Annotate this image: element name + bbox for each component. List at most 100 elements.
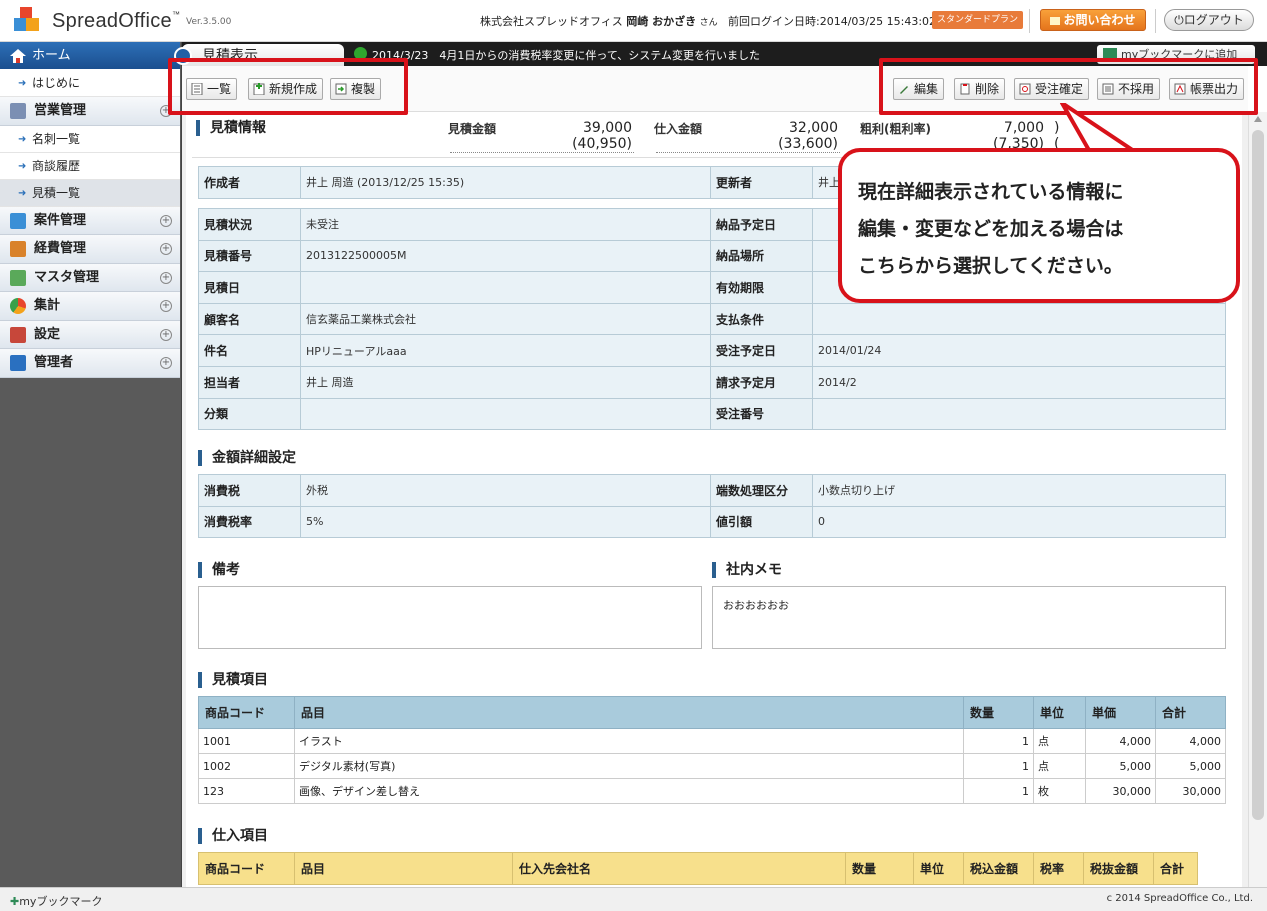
expand-icon[interactable]: + bbox=[160, 243, 172, 255]
detail-key: 支払条件 bbox=[710, 302, 813, 336]
footer-bookmark-link[interactable]: ✚myブックマーク bbox=[10, 893, 102, 909]
edit-button[interactable]: 編集 bbox=[893, 78, 945, 100]
col-header: 商品コード bbox=[198, 696, 295, 729]
detail-value: 2013122500005M bbox=[300, 239, 711, 273]
detail-key: 見積状況 bbox=[198, 208, 301, 241]
delete-button[interactable]: 削除 bbox=[954, 78, 1006, 100]
page-tab: 見積表示 bbox=[174, 44, 344, 68]
amount-value: 0 bbox=[812, 505, 1226, 539]
master-icon bbox=[10, 269, 26, 286]
bookmark-add-button[interactable]: myブックマークに追加 bbox=[1097, 45, 1255, 64]
logout-button[interactable]: ⏻ログアウト bbox=[1164, 9, 1254, 31]
expand-icon[interactable]: + bbox=[160, 105, 172, 117]
detail-value bbox=[812, 302, 1226, 336]
copy-button[interactable]: 複製 bbox=[330, 78, 382, 100]
new-button[interactable]: 新規作成 bbox=[248, 78, 324, 100]
reject-icon bbox=[1102, 83, 1114, 95]
col-header: 数量 bbox=[845, 852, 914, 885]
footer: ✚myブックマーク c 2014 SpreadOffice Co., Ltd. bbox=[0, 887, 1267, 911]
scroll-thumb[interactable] bbox=[1252, 130, 1264, 820]
bookmark-icon: ✚ bbox=[10, 895, 20, 908]
vertical-scrollbar[interactable] bbox=[1248, 112, 1267, 887]
confirm-order-button[interactable]: 受注確定 bbox=[1014, 78, 1090, 100]
section-title-items: 見積項目 bbox=[198, 672, 268, 688]
brand-name: SpreadOffice™ bbox=[52, 10, 181, 32]
callout-line: こちらから選択してください。 bbox=[858, 255, 1123, 277]
sidebar-section-expenses[interactable]: 経費管理 + bbox=[0, 235, 180, 264]
item-name: デジタル素材(写真) bbox=[294, 753, 964, 779]
sidebar-item-estimates[interactable]: ➜ 見積一覧 bbox=[0, 179, 180, 207]
sidebar-item-meetings[interactable]: ➜ 商談履歴 bbox=[0, 152, 180, 180]
arrow-right-icon: ➜ bbox=[18, 133, 27, 145]
bookmark-icon bbox=[1103, 48, 1117, 60]
list-button[interactable]: 一覧 bbox=[186, 78, 238, 100]
item-total: 5,000 bbox=[1155, 753, 1226, 779]
sidebar-section-projects[interactable]: 案件管理 + bbox=[0, 206, 180, 235]
item-price: 30,000 bbox=[1085, 778, 1156, 804]
scroll-up-icon[interactable] bbox=[1254, 116, 1262, 122]
new-icon bbox=[253, 83, 265, 95]
sidebar-section-settings[interactable]: 設定 + bbox=[0, 320, 180, 349]
table-row: 123 画像、デザイン差し替え 1 枚 30,000 30,000 bbox=[198, 778, 1226, 804]
internal-memo-box[interactable]: おおおおおお bbox=[712, 586, 1226, 649]
arrow-right-icon: ➜ bbox=[18, 160, 27, 172]
home-icon bbox=[10, 49, 26, 63]
plan-badge: スタンダードプラン bbox=[932, 11, 1024, 29]
settings-icon bbox=[10, 326, 26, 343]
admin-icon bbox=[10, 355, 26, 371]
table-row: 顧客名 信玄薬品工業株式会社 支払条件 bbox=[198, 302, 1226, 336]
item-code: 1001 bbox=[198, 728, 295, 754]
creator-value: 井上 周造 (2013/12/25 15:35) bbox=[300, 166, 711, 199]
expand-icon[interactable]: + bbox=[160, 214, 172, 227]
table-row: 1001 イラスト 1 点 4,000 4,000 bbox=[198, 728, 1226, 754]
detail-key: 請求予定月 bbox=[710, 365, 813, 399]
pdf-icon bbox=[1174, 83, 1186, 95]
sidebar-nav: ホーム ➜ はじめに 営業管理 + ➜ 名刺一覧 ➜ 商談履歴 ➜ 見積一覧 案件管理 + … bbox=[0, 42, 180, 378]
purchase-amount-value: 32,000 (33,600) bbox=[778, 120, 838, 152]
summary-divider bbox=[450, 152, 634, 153]
contact-button[interactable]: お問い合わせ bbox=[1040, 9, 1146, 31]
sidebar-item-cards[interactable]: ➜ 名刺一覧 bbox=[0, 125, 180, 153]
purchases-table: 商品コード 品目 仕入先会社名 数量 単位 税込金額 税率 税抜金額 合計 bbox=[198, 852, 1198, 885]
detail-key: 納品予定日 bbox=[710, 208, 813, 241]
sidebar: ホーム ➜ はじめに 営業管理 + ➜ 名刺一覧 ➜ 商談履歴 ➜ 見積一覧 案件管理 + … bbox=[0, 42, 182, 887]
item-name: 画像、デザイン差し替え bbox=[294, 778, 964, 804]
sidebar-section-master[interactable]: マスタ管理 + bbox=[0, 263, 180, 292]
summary-divider bbox=[656, 152, 840, 153]
logo-icon bbox=[14, 7, 40, 33]
amount-value: 5% bbox=[300, 505, 711, 539]
detail-key: 受注予定日 bbox=[710, 334, 813, 367]
detail-key: 納品場所 bbox=[710, 239, 813, 273]
sidebar-item-intro[interactable]: ➜ はじめに bbox=[0, 70, 180, 97]
confirm-icon bbox=[1019, 83, 1031, 95]
amount-table: 消費税 外税 端数処理区分 小数点切り上げ 消費税率 5% 値引額 0 bbox=[198, 474, 1226, 539]
section-title-estimate-info: 見積情報 bbox=[196, 120, 266, 136]
print-button[interactable]: 帳票出力 bbox=[1169, 78, 1245, 100]
detail-value: 2014/2 bbox=[812, 365, 1226, 399]
tab-circle-icon bbox=[174, 47, 192, 65]
purchase-amount-label: 仕入金額 bbox=[654, 122, 703, 136]
expand-icon[interactable]: + bbox=[160, 271, 172, 284]
expand-icon[interactable]: + bbox=[160, 328, 172, 341]
expense-icon bbox=[10, 241, 26, 257]
expand-icon[interactable]: + bbox=[160, 357, 172, 369]
header-divider bbox=[1029, 9, 1030, 33]
sidebar-section-reports[interactable]: 集計 + bbox=[0, 292, 180, 321]
chart-icon bbox=[10, 298, 26, 314]
remarks-box[interactable] bbox=[198, 586, 702, 649]
reject-button[interactable]: 不採用 bbox=[1097, 78, 1161, 100]
sidebar-item-home[interactable]: ホーム bbox=[0, 42, 180, 70]
item-code: 1002 bbox=[198, 753, 295, 779]
expand-icon[interactable]: + bbox=[160, 300, 172, 312]
col-header: 品目 bbox=[294, 696, 964, 729]
amount-key: 消費税率 bbox=[198, 505, 301, 539]
col-header: 合計 bbox=[1155, 696, 1226, 729]
sidebar-section-sales[interactable]: 営業管理 + bbox=[0, 97, 180, 126]
sidebar-section-admin[interactable]: 管理者 + bbox=[0, 349, 180, 378]
col-header: 税率 bbox=[1033, 852, 1084, 885]
amount-key: 消費税 bbox=[198, 474, 301, 507]
list-icon bbox=[191, 83, 203, 95]
callout-line: 編集・変更などを加える場合は bbox=[858, 218, 1124, 240]
col-header: 税込金額 bbox=[963, 852, 1034, 885]
arrow-right-icon: ➜ bbox=[18, 78, 27, 89]
